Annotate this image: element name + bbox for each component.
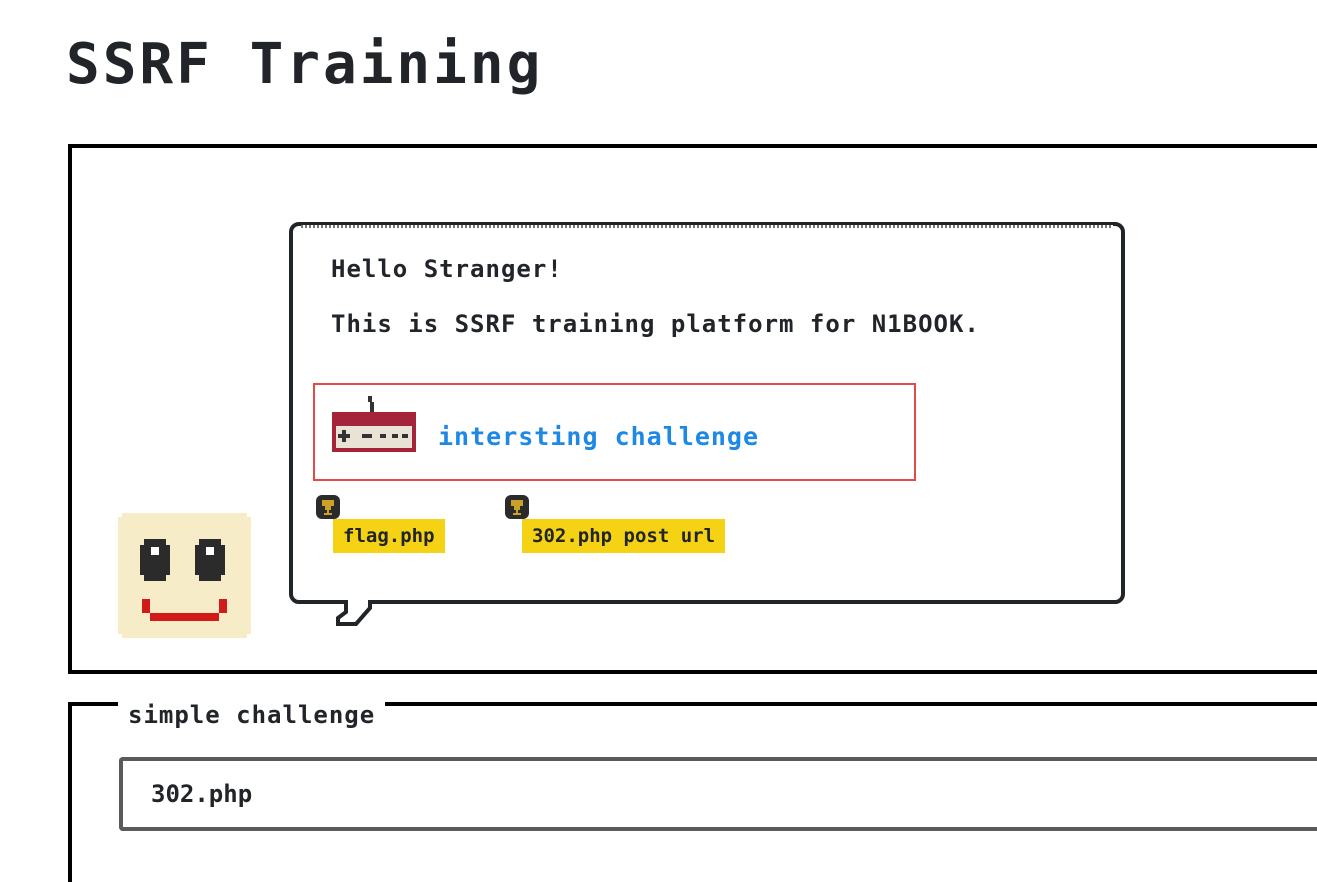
intro-text: This is SSRF training platform for N1BOO… [331, 310, 980, 338]
trophy-icon [505, 495, 529, 519]
page-title: SSRF Training [66, 32, 544, 97]
controller-icon [332, 396, 416, 452]
trophy-icon [316, 495, 340, 519]
greeting-text: Hello Stranger! [331, 255, 563, 283]
tag-label: 302.php post url [522, 519, 726, 553]
url-input[interactable] [119, 757, 1317, 831]
balloon-tail [336, 598, 372, 626]
challenge-link[interactable]: intersting challenge [438, 422, 759, 451]
tag-label: flag.php [333, 519, 445, 553]
simple-challenge-legend: simple challenge [118, 698, 386, 732]
smiley-icon [118, 513, 251, 638]
